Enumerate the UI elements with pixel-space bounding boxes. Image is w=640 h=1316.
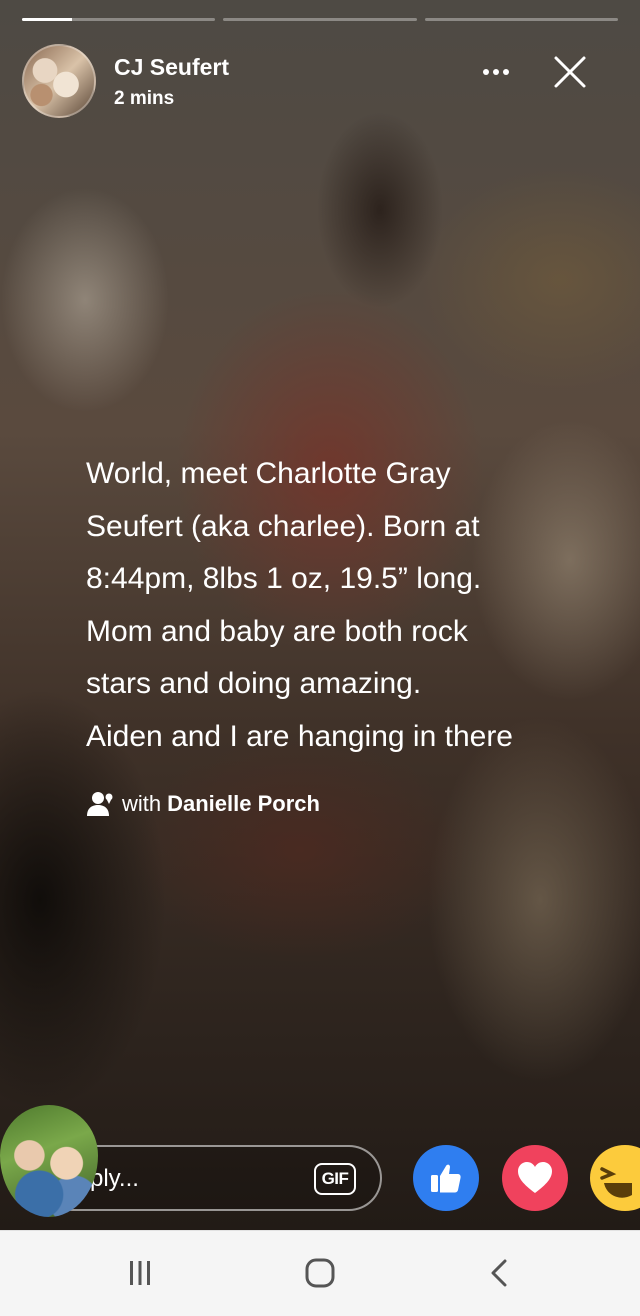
close-icon	[554, 56, 586, 88]
home-icon	[305, 1258, 335, 1288]
home-button[interactable]	[298, 1251, 342, 1295]
recent-apps-button[interactable]	[118, 1251, 162, 1295]
heart-icon	[518, 1162, 552, 1193]
author-avatar[interactable]	[22, 44, 96, 118]
tagged-person-name[interactable]: Danielle Porch	[167, 791, 320, 817]
more-options-button[interactable]	[474, 58, 518, 86]
haha-reaction-button[interactable]	[590, 1145, 640, 1211]
posted-time: 2 mins	[114, 88, 175, 109]
laughing-face-icon	[600, 1167, 632, 1198]
system-navigation-bar	[0, 1230, 640, 1316]
progress-segment	[223, 18, 417, 21]
more-horizontal-icon	[483, 69, 489, 75]
like-reaction-button[interactable]	[413, 1145, 479, 1211]
story-progress-bar	[22, 18, 618, 21]
author-name[interactable]: CJ Seufert	[114, 54, 229, 81]
recent-apps-icon	[130, 1261, 150, 1285]
back-button[interactable]	[478, 1251, 522, 1295]
people-tag-icon	[87, 792, 113, 816]
back-icon	[491, 1259, 507, 1287]
love-reaction-button[interactable]	[502, 1145, 568, 1211]
tagged-people[interactable]: with Danielle Porch	[86, 788, 320, 820]
story-header: CJ Seufert 2 mins	[22, 44, 618, 120]
tag-prefix: with	[122, 791, 162, 816]
thumbs-up-icon	[431, 1164, 461, 1193]
progress-segment	[424, 18, 618, 21]
story-caption: World, meet Charlotte Gray Seufert (aka …	[86, 457, 513, 753]
progress-segment	[22, 18, 216, 21]
close-button[interactable]	[552, 54, 588, 90]
gif-button[interactable]: GIF	[314, 1163, 356, 1195]
reply-placeholder: ply...	[90, 1165, 139, 1192]
